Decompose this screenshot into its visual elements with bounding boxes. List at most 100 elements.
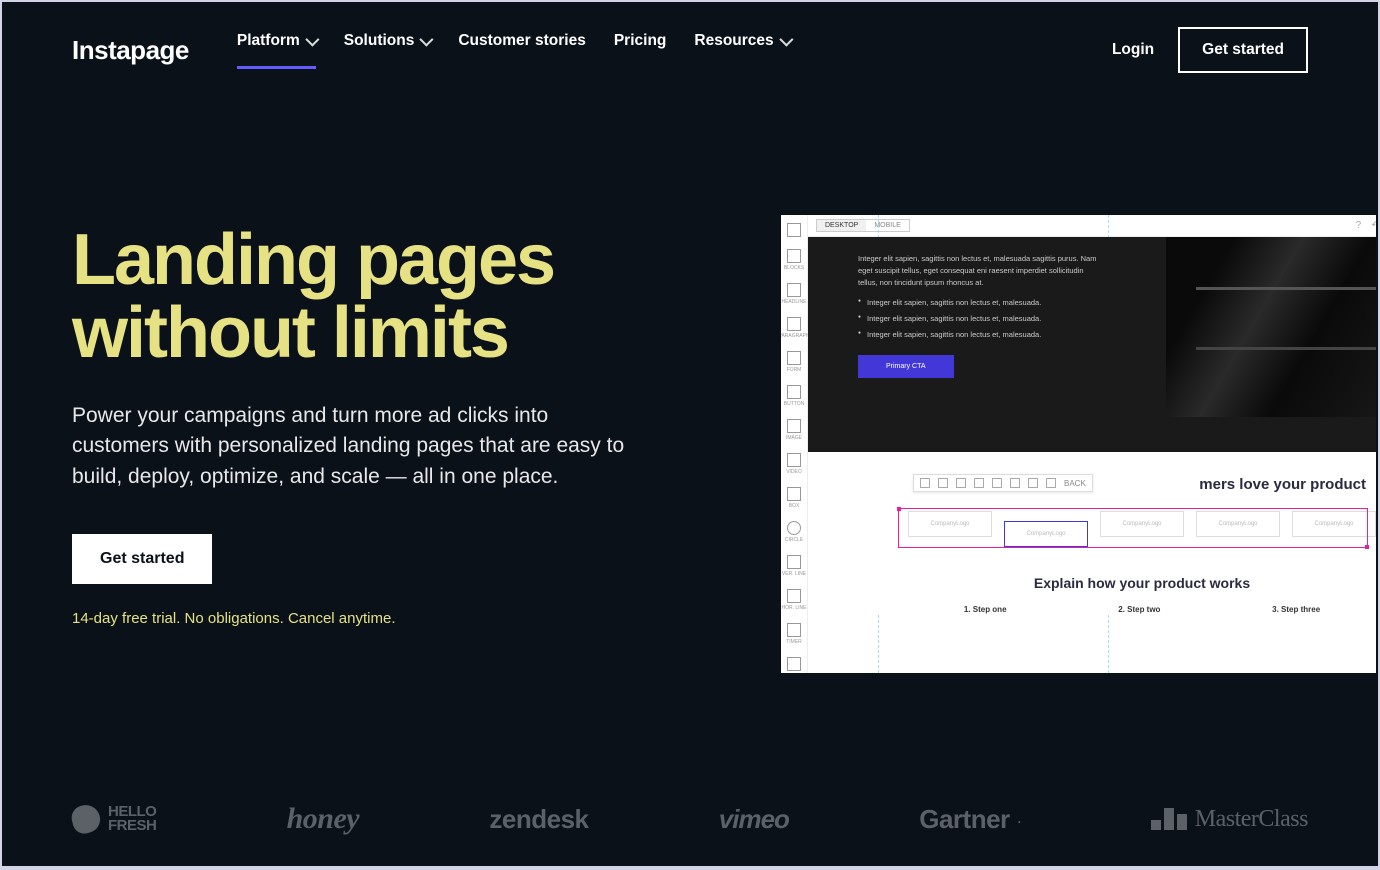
editor-tool-vline[interactable]: VER. LINE (781, 555, 807, 577)
editor-tool-image[interactable]: IMAGE (781, 419, 807, 441)
blocks-icon (787, 249, 801, 263)
logo-masterclass: MasterClass (1151, 806, 1308, 833)
logo-zendesk: zendesk (489, 804, 588, 835)
nav-right: Login Get started (1112, 27, 1308, 73)
nav-platform[interactable]: Platform (237, 32, 316, 69)
paragraph-icon (787, 317, 801, 331)
align-icon[interactable] (1046, 478, 1056, 488)
masterclass-icon (1151, 808, 1187, 830)
hero-title-line1: Landing pages (72, 220, 554, 300)
editor-preview: BLOCKS HEADLINE PARAGRAPH FORM BUTTON IM… (781, 215, 1376, 673)
get-started-hero-button[interactable]: Get started (72, 534, 212, 584)
button-icon (787, 385, 801, 399)
sample-bullet: Integer elit sapien, sagittis non lectus… (858, 297, 1104, 309)
logo-gartner: Gartner (919, 804, 1020, 835)
sample-bullet: Integer elit sapien, sagittis non lectus… (858, 313, 1104, 325)
html-icon (787, 657, 801, 671)
chevron-down-icon (420, 32, 434, 46)
logo-vimeo: vimeo (719, 804, 789, 835)
sample-primary-cta-button[interactable]: Primary CTA (858, 355, 954, 378)
nav-customer-stories[interactable]: Customer stories (458, 32, 585, 69)
align-icon[interactable] (974, 478, 984, 488)
timer-icon (787, 623, 801, 637)
editor-tool-hline[interactable]: HOR. LINE (781, 589, 807, 611)
device-tabs: DESKTOP MOBILE (816, 219, 910, 232)
sample-bullet: Integer elit sapien, sagittis non lectus… (858, 329, 1104, 341)
nav-label: Resources (694, 32, 773, 50)
tab-mobile[interactable]: MOBILE (866, 220, 908, 231)
logo-hellofresh: HELLO FRESH (72, 805, 156, 834)
nav-pricing[interactable]: Pricing (614, 32, 667, 69)
editor-tool-back[interactable] (781, 223, 807, 237)
editor-tool-html[interactable]: HTML (781, 657, 807, 673)
align-icon[interactable] (956, 478, 966, 488)
nav-solutions[interactable]: Solutions (344, 32, 431, 69)
editor-tool-box[interactable]: BOX (781, 487, 807, 509)
step-label: 3. Step three (1272, 605, 1320, 614)
sample-paragraph: Integer elit sapien, sagittis non lectus… (858, 253, 1104, 289)
customer-logos-row: HELLO FRESH honey zendesk vimeo Gartner … (72, 802, 1308, 836)
editor-tool-timer[interactable]: TIMER (781, 623, 807, 645)
editor-content-section: BACK mers love your product CompanyLogo … (808, 452, 1376, 614)
hero-title: Landing pages without limits (72, 224, 722, 371)
editor-tool-video[interactable]: VIDEO (781, 453, 807, 475)
editor-hero-section: Integer elit sapien, sagittis non lectus… (808, 237, 1376, 452)
align-icon[interactable] (1028, 478, 1038, 488)
toolbar-back-button[interactable]: BACK (1064, 479, 1086, 488)
editor-tool-form[interactable]: FORM (781, 351, 807, 373)
editor-canvas: DESKTOP MOBILE ? ↶ ↷ Integer elit sapien… (808, 215, 1376, 673)
nav-label: Solutions (344, 32, 415, 50)
sample-subheading: Explain how your product works (908, 575, 1376, 591)
logo-card-selected[interactable]: CompanyLogo (1004, 521, 1088, 547)
trial-note: 14-day free trial. No obligations. Cance… (72, 610, 722, 627)
align-icon[interactable] (992, 478, 1002, 488)
editor-tool-headline[interactable]: HEADLINE (781, 283, 807, 305)
hero-subtitle: Power your campaigns and turn more ad cl… (72, 401, 632, 492)
align-icon[interactable] (1010, 478, 1020, 488)
nav-label: Platform (237, 32, 300, 50)
logo-row: CompanyLogo CompanyLogo CompanyLogo Comp… (908, 511, 1376, 537)
video-icon (787, 453, 801, 467)
step-label: 1. Step one (964, 605, 1007, 614)
undo-icon[interactable]: ↶ (1371, 220, 1376, 231)
main-nav: Instapage Platform Solutions Customer st… (2, 2, 1378, 74)
hline-icon (787, 589, 801, 603)
nav-label: Pricing (614, 32, 667, 50)
vline-icon (787, 555, 801, 569)
editor-tool-sidebar: BLOCKS HEADLINE PARAGRAPH FORM BUTTON IM… (781, 215, 808, 673)
form-icon (787, 351, 801, 365)
logo-card[interactable]: CompanyLogo (1100, 511, 1184, 537)
help-icon[interactable]: ? (1356, 220, 1362, 231)
get-started-nav-button[interactable]: Get started (1178, 27, 1308, 73)
nav-items: Platform Solutions Customer stories Pric… (237, 32, 790, 69)
logo-card[interactable]: CompanyLogo (1292, 511, 1376, 537)
tab-desktop[interactable]: DESKTOP (817, 220, 866, 231)
nav-resources[interactable]: Resources (694, 32, 789, 69)
brand-logo[interactable]: Instapage (72, 35, 189, 66)
editor-topbar: DESKTOP MOBILE ? ↶ ↷ (808, 215, 1376, 237)
align-icon[interactable] (938, 478, 948, 488)
logo-card[interactable]: CompanyLogo (908, 511, 992, 537)
login-link[interactable]: Login (1112, 41, 1154, 59)
image-icon (787, 419, 801, 433)
lemon-icon (69, 802, 103, 836)
logo-card[interactable]: CompanyLogo (1196, 511, 1280, 537)
editor-tool-circle[interactable]: CIRCLE (781, 521, 807, 543)
box-icon (787, 487, 801, 501)
headline-icon (787, 283, 801, 297)
circle-icon (787, 521, 801, 535)
chevron-down-icon (779, 32, 793, 46)
floating-align-toolbar: BACK (913, 474, 1093, 492)
step-label: 2. Step two (1118, 605, 1160, 614)
steps-row: 1. Step one 2. Step two 3. Step three (908, 605, 1376, 614)
chevron-down-icon (305, 32, 319, 46)
sample-hero-image (1166, 237, 1376, 417)
editor-tool-paragraph[interactable]: PARAGRAPH (781, 317, 807, 339)
back-icon (787, 223, 801, 237)
nav-label: Customer stories (458, 32, 585, 50)
align-icon[interactable] (920, 478, 930, 488)
logo-honey: honey (287, 802, 360, 836)
hero-title-line2: without limits (72, 293, 508, 373)
editor-tool-blocks[interactable]: BLOCKS (781, 249, 807, 271)
editor-tool-button[interactable]: BUTTON (781, 385, 807, 407)
